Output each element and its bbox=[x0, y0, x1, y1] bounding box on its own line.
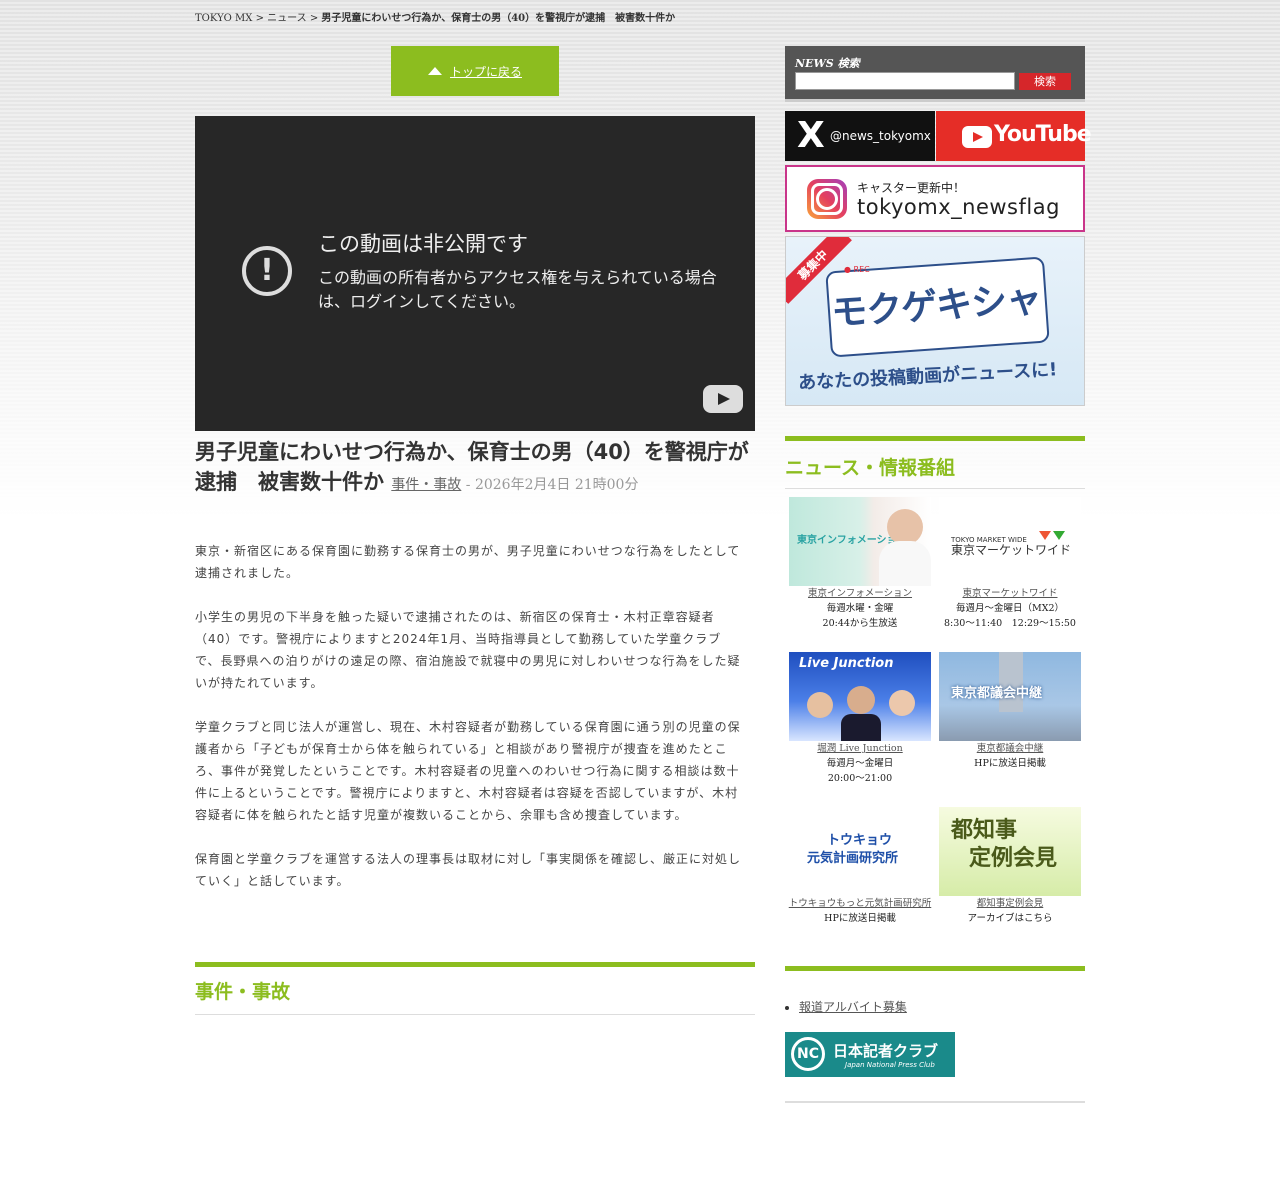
search-button[interactable]: 検索 bbox=[1019, 73, 1071, 90]
article-date: - 2026年2月4日 21時00分 bbox=[461, 477, 639, 493]
video-private-heading: この動画は非公開です bbox=[318, 232, 528, 256]
sidebar-links: 報道アルバイト募集 bbox=[785, 998, 907, 1015]
search-input[interactable] bbox=[795, 72, 1015, 90]
sidebar-divider bbox=[785, 966, 1085, 971]
programs-heading: ニュース・情報番組 bbox=[785, 441, 1085, 489]
program-tile: 東京インフォメーション 東京インフォメーション 毎週水曜・金曜 20:44から生… bbox=[785, 497, 935, 631]
program-thumbnail[interactable]: TOKYO MARKET WIDE 東京マーケットワイド bbox=[939, 497, 1081, 586]
news-search-box: NEWS 検索 検索 bbox=[785, 46, 1085, 102]
program-link[interactable]: 堀潤 Live Junction bbox=[817, 743, 902, 754]
youtube-play-icon[interactable] bbox=[703, 385, 743, 413]
related-section: 事件・事故 bbox=[195, 962, 755, 1015]
programs-section: ニュース・情報番組 bbox=[785, 436, 1085, 489]
youtube-wordmark: YouTube bbox=[994, 122, 1092, 147]
video-private-message: この動画の所有者からアクセス権を与えられている場合は、ログインしてください。 bbox=[318, 268, 717, 311]
article-category-link[interactable]: 事件・事故 bbox=[391, 477, 461, 493]
press-club-banner[interactable]: NC 日本記者クラブ Japan National Press Club bbox=[785, 1032, 955, 1077]
program-thumbnail[interactable]: 東京都議会中継 bbox=[939, 652, 1081, 741]
press-club-name: 日本記者クラブ bbox=[833, 1042, 939, 1060]
program-link[interactable]: 都知事定例会見 bbox=[977, 898, 1044, 909]
related-section-heading: 事件・事故 bbox=[195, 967, 755, 1015]
rec-label: ● REC bbox=[844, 265, 870, 274]
article-paragraph: 小学生の男児の下半身を触った疑いで逮捕されたのは、新宿区の保育士・木村正章容疑者… bbox=[195, 610, 741, 690]
program-thumbnail[interactable]: 東京インフォメーション bbox=[789, 497, 931, 586]
recruit-link[interactable]: 報道アルバイト募集 bbox=[799, 1000, 907, 1014]
instagram-caption: キャスター更新中！ bbox=[857, 181, 966, 195]
alert-icon: ! bbox=[242, 246, 292, 296]
program-link[interactable]: 東京インフォメーション bbox=[808, 588, 912, 599]
program-tile: TOKYO MARKET WIDE 東京マーケットワイド 東京マーケットワイド … bbox=[935, 497, 1085, 631]
instagram-icon bbox=[807, 179, 847, 219]
arrow-up-icon bbox=[427, 67, 442, 75]
search-label: NEWS 検索 bbox=[795, 57, 860, 70]
program-tile: トウキョウ 元気計画研究所 トウキョウもっと元気計画研究所 HPに放送日掲載 bbox=[785, 807, 935, 926]
mokugekisha-tagline: あなたの投稿動画がニュースに! bbox=[797, 359, 1058, 394]
article-paragraph: 保育園と学童クラブを運営する法人の理事長は取材に対し「事実関係を確認し、厳正に対… bbox=[195, 852, 742, 888]
program-tile: 東京都議会中継 東京都議会中継 HPに放送日掲載 bbox=[935, 652, 1085, 771]
instagram-banner[interactable]: キャスター更新中！ tokyomx_newsflag bbox=[785, 165, 1085, 232]
article-paragraph: 学童クラブと同じ法人が運営し、現在、木村容疑者が勤務している保育園に通う別の児童… bbox=[195, 720, 741, 822]
article-body: 東京・新宿区にある保育園に勤務する保育士の男が、男子児童にわいせつな行為をしたと… bbox=[195, 540, 745, 914]
x-logo-icon: X bbox=[797, 115, 825, 156]
program-tile: Live Junction 堀潤 Live Junction 毎週月～金曜日 2… bbox=[785, 652, 935, 786]
breadcrumb: TOKYO MX > ニュース > 男子児童にわいせつ行為か、保育士の男（40）… bbox=[195, 13, 676, 24]
program-tile: 都知事 定例会見 都知事定例会見 アーカイブはこちら bbox=[935, 807, 1085, 926]
program-thumbnail[interactable]: 都知事 定例会見 bbox=[939, 807, 1081, 896]
program-link[interactable]: 東京都議会中継 bbox=[977, 743, 1044, 754]
presenter-image bbox=[887, 509, 923, 545]
program-link[interactable]: トウキョウもっと元気計画研究所 bbox=[789, 898, 932, 909]
article-title: 男子児童にわいせつ行為か、保育士の男（40）を警視庁が逮捕 被害数十件か 事件・… bbox=[195, 440, 749, 494]
x-handle: @news_tokyomx bbox=[830, 129, 931, 143]
program-link[interactable]: 東京マーケットワイド bbox=[962, 588, 1057, 599]
press-club-subtitle: Japan National Press Club bbox=[845, 1061, 935, 1069]
sidebar-end-divider bbox=[785, 1101, 1085, 1103]
list-item: 報道アルバイト募集 bbox=[799, 998, 907, 1015]
breadcrumb-current: 男子児童にわいせつ行為か、保育士の男（40）を警視庁が逮捕 被害数十件か bbox=[321, 13, 676, 24]
press-club-logo-icon: NC bbox=[791, 1037, 825, 1071]
breadcrumb-news-link[interactable]: ニュース bbox=[267, 13, 307, 24]
x-banner[interactable]: X @news_tokyomx bbox=[785, 111, 935, 161]
article-paragraph: 東京・新宿区にある保育園に勤務する保育士の男が、男子児童にわいせつな行為をしたと… bbox=[195, 544, 741, 580]
video-player[interactable]: ! この動画は非公開です この動画の所有者からアクセス権を与えられている場合は、… bbox=[195, 116, 755, 431]
program-thumbnail[interactable]: トウキョウ 元気計画研究所 bbox=[789, 807, 931, 896]
youtube-banner[interactable]: YouTube bbox=[936, 111, 1092, 161]
mokugekisha-banner[interactable]: ● REC モクゲキシャ 募集中 あなたの投稿動画がニュースに! bbox=[785, 236, 1085, 406]
instagram-handle: tokyomx_newsflag bbox=[857, 195, 1060, 219]
breadcrumb-home-link[interactable]: TOKYO MX bbox=[195, 13, 252, 24]
program-thumbnail[interactable]: Live Junction bbox=[789, 652, 931, 741]
back-to-top-button[interactable]: トップに戻る bbox=[391, 46, 559, 96]
youtube-logo-icon bbox=[962, 126, 992, 148]
